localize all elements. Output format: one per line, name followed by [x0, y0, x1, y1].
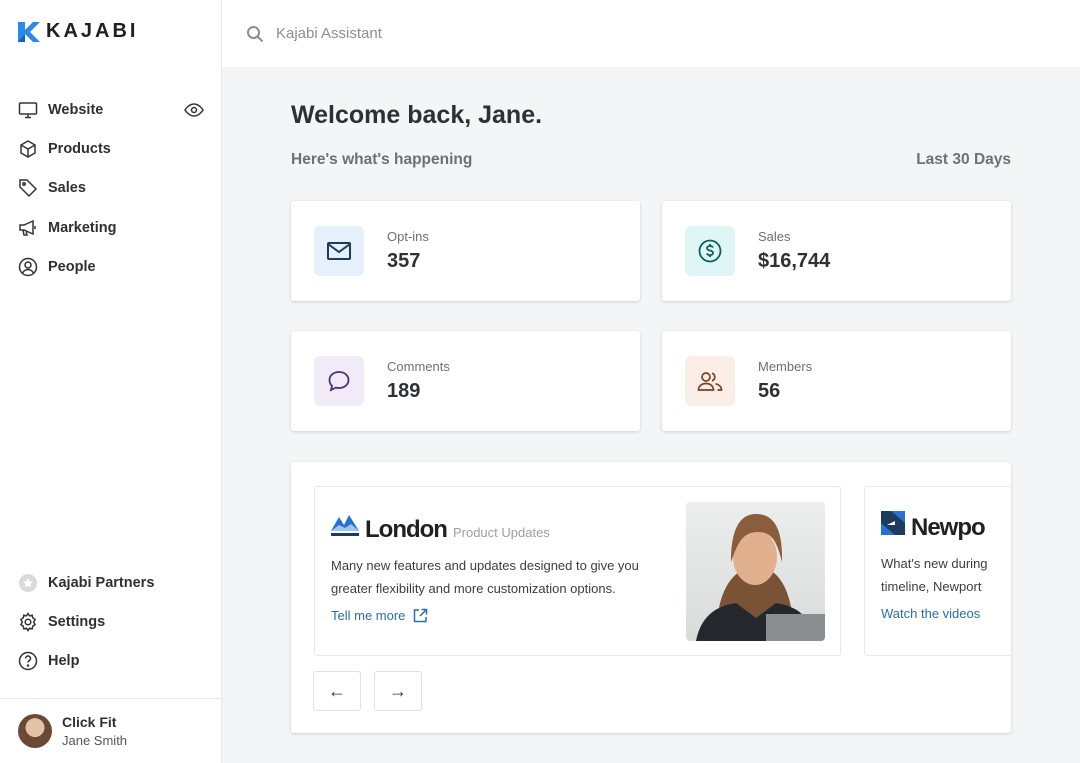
search-icon: [247, 25, 264, 42]
nav-people[interactable]: People: [18, 248, 204, 287]
nav-label: People: [48, 259, 96, 276]
update-title: Newpo: [911, 514, 986, 541]
external-link-icon: [414, 608, 428, 623]
nav-label: Settings: [48, 614, 106, 631]
avatar: [18, 714, 52, 748]
carousel-next-button[interactable]: →: [374, 671, 422, 711]
update-tag: Product Updates: [452, 525, 550, 540]
london-logo-icon: [331, 515, 359, 536]
nav-settings[interactable]: Settings: [18, 602, 204, 641]
header: Kajabi Assistant: [222, 0, 1080, 67]
main-nav: Website Products Sales Marketing People: [18, 90, 204, 287]
arrow-right-icon: →: [389, 680, 407, 701]
users-icon: [685, 356, 735, 406]
page-subtitle: Here's what's happening: [291, 151, 473, 168]
update-description: What's new during timeline, Newport: [881, 556, 988, 594]
stat-value: 56: [758, 380, 781, 402]
updates-carousel: London Product Updates Many new features…: [291, 462, 1011, 733]
sidebar: KAJABI Website Products Sales Marketing …: [0, 0, 222, 763]
search-input[interactable]: Kajabi Assistant: [276, 25, 382, 42]
carousel-prev-button[interactable]: ←: [313, 671, 361, 711]
page-title: Welcome back, Jane.: [291, 101, 543, 129]
dollar-icon: [685, 226, 735, 276]
newport-brand: Newpo: [881, 511, 1011, 542]
date-range-selector[interactable]: Last 30 Days: [916, 151, 1011, 169]
tag-icon: [19, 179, 38, 198]
comment-icon: [314, 356, 364, 406]
box-icon: [20, 140, 36, 158]
update-description: Many new features and updates designed t…: [331, 558, 639, 596]
update-card-newport[interactable]: Newpo What's new during timeline, Newpor…: [864, 486, 1011, 656]
newport-logo-icon: [881, 511, 905, 535]
stat-label: Members: [758, 359, 813, 374]
nav-label: Help: [48, 653, 80, 670]
update-card-london[interactable]: London Product Updates Many new features…: [314, 486, 841, 656]
nav-sales[interactable]: Sales: [18, 169, 204, 208]
watch-videos-link[interactable]: Watch the videos: [881, 606, 1011, 621]
stat-value: $16,744: [758, 250, 831, 272]
monitor-icon: [18, 101, 38, 118]
update-title: London: [365, 516, 448, 543]
user-account[interactable]: Click Fit Jane Smith: [0, 698, 221, 763]
kajabi-logo-icon: [18, 21, 40, 42]
site-name: Click Fit: [62, 714, 117, 730]
kajabi-logo[interactable]: KAJABI: [18, 20, 138, 43]
nav-website[interactable]: Website: [18, 90, 204, 129]
link-label: Tell me more: [331, 608, 406, 623]
user-name: Jane Smith: [62, 733, 128, 748]
nav-products[interactable]: Products: [18, 129, 204, 168]
bottom-nav: Kajabi Partners Settings Help: [18, 563, 204, 681]
gear-icon: [19, 612, 37, 632]
eye-icon[interactable]: [184, 100, 204, 120]
nav-help[interactable]: Help: [18, 642, 204, 681]
nav-label: Kajabi Partners: [48, 574, 155, 591]
stat-card-comments[interactable]: Comments 189: [291, 331, 640, 431]
stat-card-sales[interactable]: Sales $16,744: [662, 201, 1011, 301]
stat-card-members[interactable]: Members 56: [662, 331, 1011, 431]
stat-label: Sales: [758, 229, 791, 244]
nav-label: Website: [48, 101, 104, 118]
stat-value: 189: [387, 380, 421, 402]
nav-kajabi-partners[interactable]: Kajabi Partners: [18, 563, 204, 602]
partners-star-icon: [19, 573, 37, 592]
stat-label: Comments: [387, 359, 450, 374]
arrow-left-icon: ←: [328, 680, 346, 701]
link-label: Watch the videos: [881, 606, 981, 621]
mail-icon: [314, 226, 364, 276]
stat-label: Opt-ins: [387, 229, 429, 244]
nav-label: Sales: [48, 180, 86, 197]
person-circle-icon: [18, 258, 38, 277]
nav-marketing[interactable]: Marketing: [18, 208, 204, 247]
update-photo: [686, 502, 825, 641]
nav-label: Products: [48, 141, 111, 158]
help-icon: [18, 652, 38, 671]
nav-label: Marketing: [48, 219, 117, 236]
stat-card-opt-ins[interactable]: Opt-ins 357: [291, 201, 640, 301]
stat-value: 357: [387, 250, 421, 272]
megaphone-icon: [19, 219, 36, 236]
